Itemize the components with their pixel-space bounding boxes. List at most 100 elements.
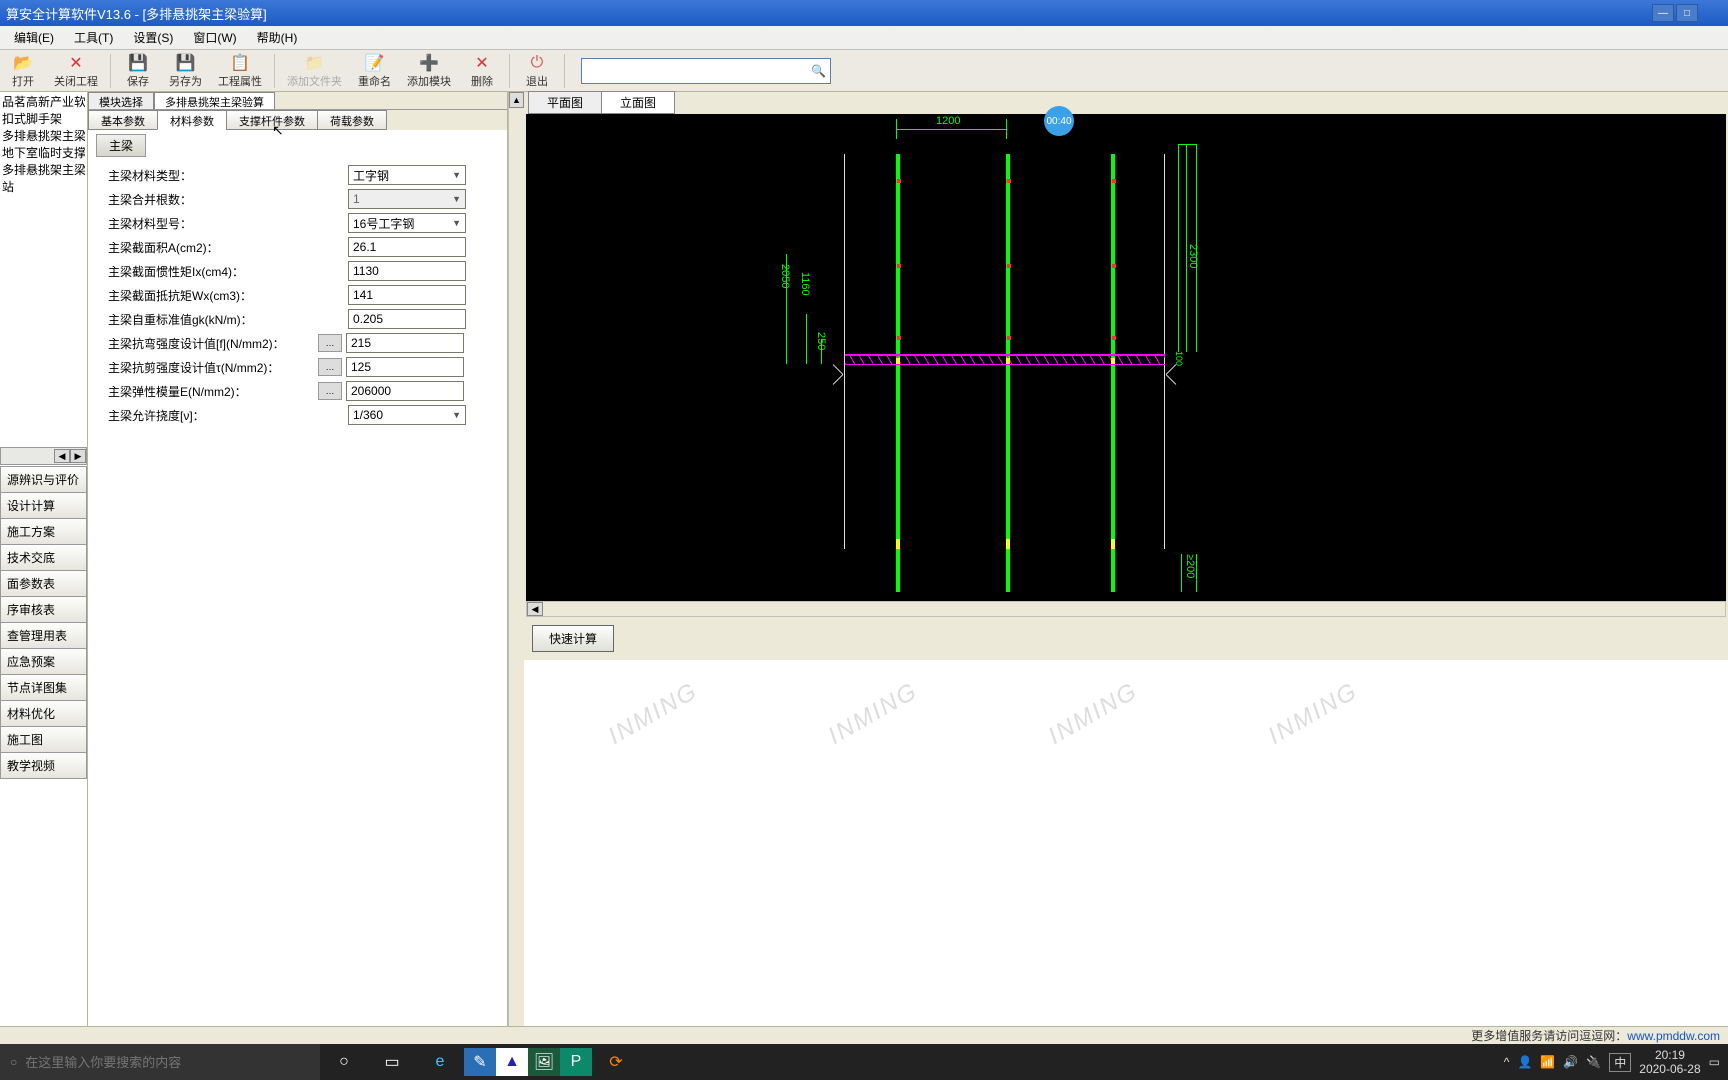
project-properties-button[interactable]: 📋工程属性 <box>210 51 270 91</box>
edge-icon[interactable]: e <box>416 1044 464 1080</box>
tab-basic-params[interactable]: 基本参数 <box>88 110 158 130</box>
tree-item[interactable]: 品茗高新产业软 <box>2 94 85 111</box>
tree-item[interactable]: 站 <box>2 179 85 196</box>
delete-icon: ✕ <box>472 53 492 73</box>
tray-power-icon[interactable]: 🔌 <box>1586 1055 1601 1069</box>
chevron-down-icon: ▼ <box>452 170 461 180</box>
sidebar-item-scheme[interactable]: 施工方案 <box>0 518 87 545</box>
sidebar-item-design[interactable]: 设计计算 <box>0 492 87 519</box>
search-icon[interactable]: 🔍 <box>811 64 826 78</box>
tray-clock[interactable]: 20:19 2020-06-28 <box>1639 1048 1700 1076</box>
tab-beam-check[interactable]: 多排悬挑架主梁验算 <box>154 92 275 109</box>
close-project-button[interactable]: ✕关闭工程 <box>46 51 106 91</box>
save-as-icon: 💾 <box>176 53 196 73</box>
quick-calc-button[interactable]: 快速计算 <box>532 625 614 652</box>
rename-button[interactable]: 📝重命名 <box>350 51 399 91</box>
label-bending: 主梁抗弯强度设计值[f](N/mm2)： <box>108 335 318 352</box>
sidebar-item-tech[interactable]: 技术交底 <box>0 544 87 571</box>
mid-vscroll[interactable]: ▲ ▼ <box>508 92 524 1044</box>
menu-bar: 编辑(E) 工具(T) 设置(S) 窗口(W) 帮助(H) <box>0 26 1728 50</box>
tab-plan-view[interactable]: 平面图 <box>528 91 602 114</box>
sidebar-item-emergency[interactable]: 应急预案 <box>0 648 87 675</box>
result-area: INMING INMING INMING INMING <box>524 660 1728 1044</box>
tray-up-icon[interactable]: ^ <box>1504 1055 1510 1069</box>
sidebar-item-audit[interactable]: 序审核表 <box>0 596 87 623</box>
folder-open-icon: 📂 <box>13 53 33 73</box>
input-area[interactable]: 26.1 <box>348 237 466 257</box>
input-inertia[interactable]: 1130 <box>348 261 466 281</box>
label-section-modulus: 主梁截面抵抗矩Wx(cm3)： <box>108 287 348 304</box>
tray-notifications-icon[interactable]: ▭ <box>1709 1055 1720 1069</box>
select-merge-count[interactable]: 1▼ <box>348 189 466 209</box>
maximize-button[interactable]: □ <box>1676 4 1698 22</box>
tree-hscroll[interactable]: ◀ ▶ <box>0 447 87 465</box>
app-icon-3[interactable]: 🖼 <box>528 1048 560 1076</box>
sidebar-item-drawing[interactable]: 施工图 <box>0 726 87 753</box>
status-text: 更多增值服务请访问逗逗网： <box>1471 1027 1627 1044</box>
tray-wifi-icon[interactable]: 📶 <box>1540 1055 1555 1069</box>
sidebar-item-video[interactable]: 教学视频 <box>0 752 87 779</box>
input-shear[interactable]: 125 <box>346 357 464 377</box>
tree-item[interactable]: 多排悬挑架主梁验 <box>2 162 85 179</box>
project-tree[interactable]: 品茗高新产业软 扣式脚手架 多排悬挑架主梁验 地下室临时支撑设 多排悬挑架主梁验… <box>0 92 87 447</box>
save-button[interactable]: 💾保存 <box>115 51 161 91</box>
select-deflection[interactable]: 1/360▼ <box>348 405 466 425</box>
app-icon-1[interactable]: ✎ <box>464 1048 496 1076</box>
exit-button[interactable]: ⏻退出 <box>514 51 560 91</box>
sidebar-item-params[interactable]: 面参数表 <box>0 570 87 597</box>
tray-volume-icon[interactable]: 🔊 <box>1563 1055 1578 1069</box>
input-section-modulus[interactable]: 141 <box>348 285 466 305</box>
input-elastic[interactable]: 206000 <box>346 381 464 401</box>
lookup-button[interactable]: … <box>318 382 342 400</box>
save-as-button[interactable]: 💾另存为 <box>161 51 210 91</box>
cortana-circle-icon[interactable]: ○ <box>320 1044 368 1080</box>
sidebar-item-material[interactable]: 材料优化 <box>0 700 87 727</box>
lookup-button[interactable]: … <box>318 334 342 352</box>
taskbar-search-input[interactable] <box>25 1055 320 1070</box>
delete-button[interactable]: ✕删除 <box>459 51 505 91</box>
app-icon-5[interactable]: ⟳ <box>592 1044 640 1080</box>
search-input[interactable]: 🔍 <box>581 58 831 84</box>
menu-edit[interactable]: 编辑(E) <box>4 26 64 49</box>
tab-load-params[interactable]: 荷载参数 <box>317 110 387 130</box>
task-view-icon[interactable]: ▭ <box>368 1044 416 1080</box>
search-field[interactable] <box>586 64 811 78</box>
lookup-button[interactable]: … <box>318 358 342 376</box>
minimize-button[interactable]: — <box>1652 4 1674 22</box>
tab-module-select[interactable]: 模块选择 <box>88 92 154 109</box>
menu-window[interactable]: 窗口(W) <box>183 26 246 49</box>
select-material-model[interactable]: 16号工字钢▼ <box>348 213 466 233</box>
canvas-hscroll[interactable]: ◀ <box>526 601 1726 617</box>
tree-item[interactable]: 扣式脚手架 <box>2 111 85 128</box>
label-shear: 主梁抗剪强度设计值τ(N/mm2)： <box>108 359 318 376</box>
dim-2300: 2300 <box>1187 244 1199 268</box>
open-button[interactable]: 📂打开 <box>0 51 46 91</box>
app-icon-4[interactable]: P <box>560 1048 592 1076</box>
tab-material-params[interactable]: 材料参数 <box>157 110 227 130</box>
menu-settings[interactable]: 设置(S) <box>123 26 183 49</box>
menu-tools[interactable]: 工具(T) <box>64 26 123 49</box>
close-icon: ✕ <box>66 53 86 73</box>
select-material-type[interactable]: 工字钢▼ <box>348 165 466 185</box>
tray-ime[interactable]: 中 <box>1609 1053 1631 1072</box>
tab-elevation-view[interactable]: 立面图 <box>601 91 675 114</box>
scroll-right-icon[interactable]: ▶ <box>70 449 86 463</box>
add-module-button[interactable]: ➕添加模块 <box>399 51 459 91</box>
status-link[interactable]: www.pmddw.com <box>1627 1029 1720 1043</box>
tree-item[interactable]: 地下室临时支撑设 <box>2 145 85 162</box>
scroll-left-icon[interactable]: ◀ <box>527 602 543 616</box>
sidebar-item-detail[interactable]: 节点详图集 <box>0 674 87 701</box>
sidebar-item-identify[interactable]: 源辨识与评价 <box>0 466 87 493</box>
input-bending[interactable]: 215 <box>346 333 464 353</box>
sidebar-item-manage[interactable]: 查管理用表 <box>0 622 87 649</box>
input-self-weight[interactable]: 0.205 <box>348 309 466 329</box>
menu-help[interactable]: 帮助(H) <box>247 26 308 49</box>
drawing-canvas[interactable]: 1200 2050 1160 250 2300 100 ≥200 <box>526 114 1726 601</box>
scroll-up-icon[interactable]: ▲ <box>509 92 524 108</box>
app-icon-2[interactable]: ▲ <box>496 1048 528 1076</box>
rename-icon: 📝 <box>365 53 385 73</box>
cortana-icon[interactable]: ○ <box>10 1055 17 1069</box>
tree-item[interactable]: 多排悬挑架主梁验 <box>2 128 85 145</box>
scroll-left-icon[interactable]: ◀ <box>54 449 70 463</box>
tray-people-icon[interactable]: 👤 <box>1517 1055 1532 1069</box>
